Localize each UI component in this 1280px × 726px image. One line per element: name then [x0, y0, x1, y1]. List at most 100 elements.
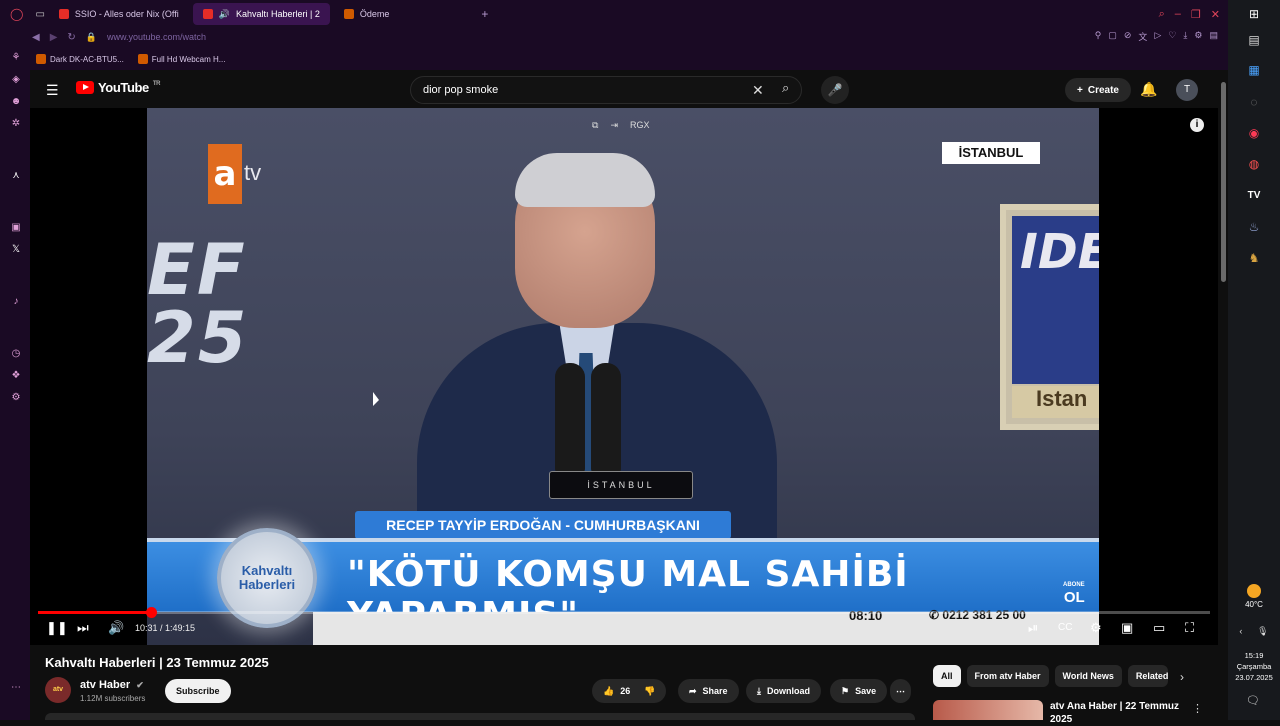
- like-icon[interactable]: 👍: [603, 686, 614, 697]
- snapshot-icon[interactable]: ▢: [1108, 30, 1117, 43]
- minimize-icon[interactable]: –: [1175, 8, 1181, 21]
- youtube-logo[interactable]: YouTube TR: [76, 80, 161, 95]
- info-icon[interactable]: i: [1190, 118, 1204, 132]
- tab-odeme[interactable]: Ödeme: [334, 3, 400, 25]
- opera-logo-icon[interactable]: ◯: [10, 7, 23, 21]
- translate-icon[interactable]: 文: [1138, 30, 1147, 43]
- volume-icon[interactable]: 🔊: [108, 620, 124, 636]
- history-icon[interactable]: ◷: [10, 348, 22, 360]
- share-button[interactable]: ➦ Share: [678, 679, 739, 703]
- avatar[interactable]: T: [1176, 79, 1198, 101]
- create-button[interactable]: + Create: [1065, 78, 1131, 102]
- video-frame[interactable]: a tv EF 25 IDE Istan İSTANBUL İSTANBUL ⧉…: [147, 108, 1099, 645]
- bookmark-item[interactable]: Dark DK-AC-BTU5...: [36, 54, 124, 64]
- extensions-icon[interactable]: ⚙: [1194, 30, 1202, 43]
- more-rail-icon[interactable]: ⋯: [10, 682, 22, 694]
- recommendation-title[interactable]: atv Ana Haber | 22 Temmuz 2025: [1050, 700, 1180, 726]
- save-button[interactable]: ⚑ Save: [830, 679, 888, 703]
- progress-bar[interactable]: [38, 607, 1210, 618]
- arc-icon[interactable]: ⋏: [10, 170, 22, 182]
- restore-icon[interactable]: ❐: [1191, 8, 1201, 21]
- show-hidden-icons-icon[interactable]: ‹: [1239, 626, 1242, 637]
- popout-icon[interactable]: ⇥: [610, 120, 618, 131]
- twitch-icon[interactable]: ▣: [10, 222, 22, 234]
- reload-icon[interactable]: ↻: [67, 32, 75, 43]
- url-field[interactable]: www.youtube.com/watch: [107, 32, 206, 42]
- next-icon[interactable]: ⏭: [77, 620, 89, 636]
- chip-from-channel[interactable]: From atv Haber: [966, 665, 1049, 687]
- forward-icon[interactable]: ▶: [50, 32, 58, 43]
- kebab-menu-icon[interactable]: ⋮: [1192, 702, 1203, 715]
- autoplay-toggle-icon[interactable]: ⏯: [1028, 620, 1038, 636]
- recommendation-thumbnail[interactable]: [933, 700, 1043, 720]
- bookmark-item[interactable]: Full Hd Webcam H...: [137, 54, 225, 64]
- weather-widget[interactable]: 40°C: [1232, 584, 1276, 609]
- fullscreen-icon[interactable]: ⛶: [1185, 620, 1194, 636]
- download-button[interactable]: ⤓ Download: [746, 679, 821, 703]
- file-explorer-icon[interactable]: ▦: [1246, 62, 1262, 78]
- miniplayer-icon[interactable]: ▣: [1121, 620, 1133, 636]
- notifications-icon[interactable]: 🔔: [1140, 81, 1157, 98]
- send-icon[interactable]: ▷: [1154, 30, 1161, 43]
- page-scrollbar[interactable]: [1219, 72, 1228, 720]
- dislike-icon[interactable]: 👎: [644, 686, 655, 697]
- opera-gx-icon[interactable]: ◉: [1246, 125, 1262, 141]
- windows-start-icon[interactable]: ⊞: [1246, 6, 1262, 22]
- chip-all[interactable]: All: [933, 665, 961, 687]
- tab-ssio[interactable]: SSIO - Alles oder Nix (Offi: [49, 3, 189, 25]
- chrome-icon[interactable]: ◍: [1246, 156, 1262, 172]
- extensions-rail-icon[interactable]: ❖: [10, 370, 22, 382]
- settings-icon[interactable]: ⚙: [10, 392, 22, 404]
- search-icon[interactable]: ⌕: [782, 80, 789, 96]
- pin-icon[interactable]: ⚲: [1095, 30, 1102, 43]
- voice-search-icon[interactable]: 🎤: [821, 76, 849, 104]
- youtube-favicon-icon: [202, 9, 213, 19]
- crypto-wallet-icon[interactable]: ✲: [10, 118, 22, 130]
- microphone-tray-icon[interactable]: 🎙: [1257, 626, 1268, 637]
- subtitles-icon[interactable]: CC: [1058, 622, 1072, 633]
- more-actions-button[interactable]: ⋯: [890, 679, 911, 703]
- music-icon[interactable]: ♪: [10, 296, 22, 308]
- video-player[interactable]: a tv EF 25 IDE Istan İSTANBUL İSTANBUL ⧉…: [30, 108, 1218, 645]
- back-icon[interactable]: ◀: [32, 32, 40, 43]
- tradingview-icon[interactable]: TV: [1246, 188, 1262, 204]
- app-icon[interactable]: ◌: [1246, 94, 1262, 110]
- discord-icon[interactable]: ☻: [10, 96, 22, 108]
- overlay-badge[interactable]: RGX: [630, 120, 650, 131]
- clear-search-icon[interactable]: ✕: [752, 82, 764, 99]
- tab-kahvalti[interactable]: 🔊 Kahvaltı Haberleri | 2: [192, 3, 330, 25]
- new-tab-button[interactable]: +: [481, 7, 488, 21]
- heart-icon[interactable]: ♡: [1168, 30, 1176, 43]
- chip-world-news[interactable]: World News: [1054, 665, 1122, 687]
- aria-icon[interactable]: ◈: [10, 74, 22, 86]
- search-input[interactable]: dior pop smoke: [410, 76, 802, 104]
- adblock-icon[interactable]: ⊘: [1124, 30, 1132, 43]
- chip-related[interactable]: Related: [1127, 665, 1168, 687]
- x-icon[interactable]: 𝕏: [10, 244, 22, 256]
- settings-gear-icon[interactable]: ⚙: [1090, 620, 1102, 636]
- search-tabs-icon[interactable]: ⌕: [1159, 8, 1165, 21]
- menu-icon[interactable]: ☰: [46, 82, 59, 99]
- description-box[interactable]: [45, 713, 915, 720]
- abone-line2: OL: [1063, 589, 1085, 606]
- taskbar-clock[interactable]: 15:19 Çarşamba 23.07.2025: [1230, 650, 1278, 683]
- theater-mode-icon[interactable]: ▭: [1153, 620, 1165, 636]
- sidebar-icon[interactable]: ▤: [1209, 30, 1218, 43]
- workspaces-icon[interactable]: ▭: [35, 9, 44, 20]
- notifications-center-icon[interactable]: 🗨: [1246, 694, 1260, 707]
- channel-avatar[interactable]: atv: [45, 677, 71, 703]
- copy-icon[interactable]: ⧉: [592, 120, 598, 131]
- steam-icon[interactable]: ♨: [1246, 219, 1262, 235]
- download-icon[interactable]: ⤓: [1183, 30, 1187, 43]
- messenger-icon[interactable]: ⚘: [10, 52, 22, 64]
- like-count[interactable]: 26: [620, 686, 630, 696]
- speaker-icon[interactable]: 🔊: [219, 9, 230, 20]
- chevron-right-icon[interactable]: ›: [1180, 670, 1184, 684]
- close-icon[interactable]: ✕: [1211, 8, 1220, 21]
- game-launcher-icon[interactable]: ♞: [1246, 250, 1262, 266]
- channel-name[interactable]: atv Haber ✔: [80, 679, 144, 691]
- subscribe-button[interactable]: Subscribe: [165, 679, 231, 703]
- scrollbar-thumb[interactable]: [1221, 82, 1226, 282]
- task-view-icon[interactable]: ▤: [1246, 32, 1262, 48]
- pause-icon[interactable]: ❚❚: [46, 620, 68, 636]
